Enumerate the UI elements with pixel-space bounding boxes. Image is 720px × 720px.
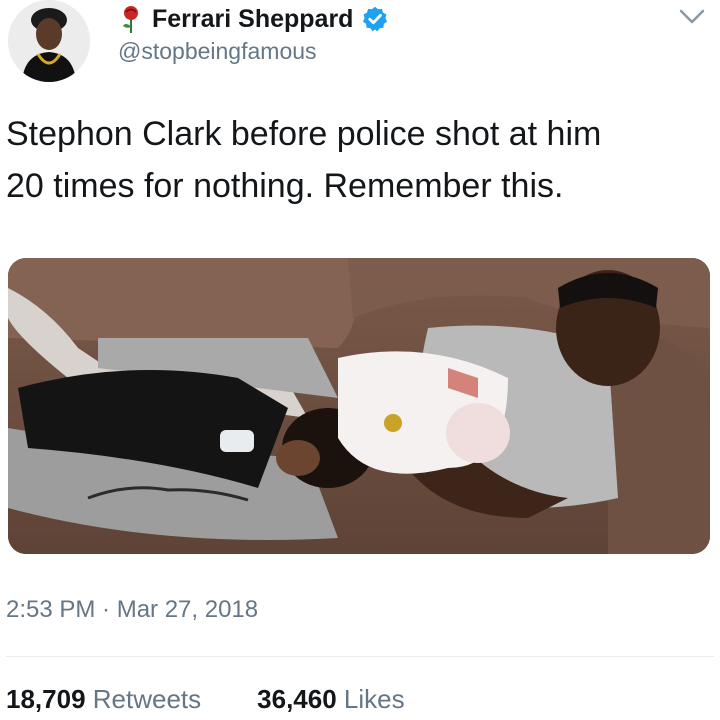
tweet-text: Stephon Clark before police shot at him … (6, 108, 714, 212)
tweet-timestamp[interactable]: 2:53 PM · Mar 27, 2018 (6, 596, 258, 624)
author-name-row: Ferrari Sheppard (118, 4, 389, 34)
tweet-text-line-2: 20 times for nothing. Remember this. (6, 167, 564, 205)
stats-divider (6, 656, 714, 657)
rose-icon (123, 6, 138, 33)
retweets-stat[interactable]: 18,709 Retweets (6, 684, 201, 715)
chevron-down-icon[interactable] (676, 6, 708, 28)
avatar-image (8, 0, 90, 82)
likes-count: 36,460 (257, 684, 337, 714)
author-display-name[interactable]: Ferrari Sheppard (152, 5, 353, 34)
tweet-stats: 18,709 Retweets 36,460 Likes (6, 684, 405, 715)
author-handle[interactable]: @stopbeingfamous (118, 38, 317, 65)
tweet-text-line-1: Stephon Clark before police shot at him (6, 115, 602, 153)
likes-stat[interactable]: 36,460 Likes (257, 684, 404, 715)
tweet-photo[interactable] (8, 258, 710, 554)
retweets-count: 18,709 (6, 684, 86, 714)
likes-label: Likes (343, 684, 405, 714)
photo-image (8, 258, 710, 554)
profile-avatar[interactable] (8, 0, 90, 82)
verified-badge-icon (363, 6, 388, 32)
retweets-label: Retweets (92, 684, 202, 714)
